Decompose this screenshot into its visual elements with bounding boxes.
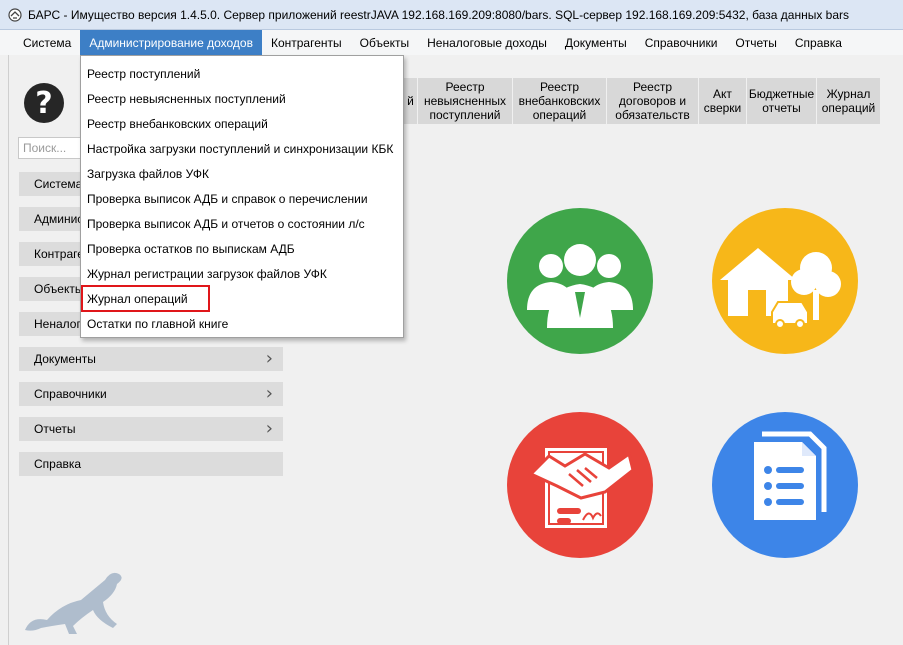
- question-icon: ?: [35, 85, 53, 121]
- sidebar-item-reports[interactable]: Отчеты ›: [19, 417, 283, 441]
- menu-item-check-adb-transfers[interactable]: Проверка выписок АДБ и справок о перечис…: [81, 186, 403, 211]
- sidebar-item-label: Админис: [34, 212, 84, 226]
- people-icon[interactable]: [507, 208, 653, 354]
- chevron-right-icon: ›: [265, 418, 273, 439]
- menu-item-check-adb-accounts[interactable]: Проверка выписок АДБ и отчетов о состоян…: [81, 211, 403, 236]
- sidebar-item-label: Объекть: [34, 282, 82, 296]
- tile-partial[interactable]: й: [404, 78, 418, 124]
- menu-documents[interactable]: Документы: [556, 30, 636, 55]
- sidebar-item-documents[interactable]: Документы ›: [19, 347, 283, 371]
- sidebar-item-references[interactable]: Справочники ›: [19, 382, 283, 406]
- document-list-icon[interactable]: [712, 412, 858, 558]
- tile-contracts-register[interactable]: Реестр договоров и обязательств: [607, 78, 699, 124]
- sidebar-item-label: Отчеты: [34, 422, 76, 436]
- sidebar-item-label: Документы: [34, 352, 96, 366]
- chevron-right-icon: ›: [265, 383, 273, 404]
- contract-handshake-icon[interactable]: [507, 412, 653, 558]
- tile-budget-reports[interactable]: Бюджетные отчеты: [747, 78, 817, 124]
- menu-system[interactable]: Система: [14, 30, 80, 55]
- menu-reports[interactable]: Отчеты: [726, 30, 785, 55]
- menu-item-receipts-register[interactable]: Реестр поступлений: [81, 61, 403, 86]
- sidebar-item-label: Справочники: [34, 387, 107, 401]
- menu-item-offbank-operations[interactable]: Реестр внебанковских операций: [81, 111, 403, 136]
- menu-non-tax-income[interactable]: Неналоговые доходы: [418, 30, 556, 55]
- menu-help[interactable]: Справка: [786, 30, 851, 55]
- income-administration-dropdown: Реестр поступлений Реестр невыясненных п…: [80, 55, 404, 338]
- help-button[interactable]: ?: [24, 83, 64, 123]
- menu-counterparties[interactable]: Контрагенты: [262, 30, 351, 55]
- window-title-bar: БАРС - Имущество версия 1.4.5.0. Сервер …: [0, 0, 903, 30]
- window-title: БАРС - Имущество версия 1.4.5.0. Сервер …: [28, 7, 850, 22]
- tile-offbank-operations[interactable]: Реестр внебанковских операций: [513, 78, 607, 124]
- sidebar-item-label: Неналог: [34, 317, 81, 331]
- menu-bar: Система Администрирование доходов Контра…: [0, 30, 903, 55]
- app-icon: [8, 7, 22, 22]
- menu-item-general-ledger-balances[interactable]: Остатки по главной книге: [81, 311, 403, 336]
- menu-references[interactable]: Справочники: [636, 30, 727, 55]
- tile-reconciliation-act[interactable]: Акт сверки: [699, 78, 747, 124]
- sidebar-item-label: Справка: [34, 457, 82, 471]
- menu-item-ufk-load-journal[interactable]: Журнал регистрации загрузок файлов УФК: [81, 261, 403, 286]
- menu-objects[interactable]: Объекты: [351, 30, 419, 55]
- menu-item-unclear-receipts[interactable]: Реестр невыясненных поступлений: [81, 86, 403, 111]
- sidebar-item-label: Контраге: [34, 247, 84, 261]
- menu-item-check-adb-balances[interactable]: Проверка остатков по выпискам АДБ: [81, 236, 403, 261]
- menu-item-operations-journal[interactable]: Журнал операций: [81, 285, 210, 312]
- menu-item-kbk-sync-settings[interactable]: Настройка загрузки поступлений и синхрон…: [81, 136, 403, 161]
- sidebar-item-help[interactable]: Справка: [19, 452, 283, 476]
- quick-access-toolbar: й Реестр невыясненных поступлений Реестр…: [404, 78, 881, 124]
- chevron-right-icon: ›: [265, 348, 273, 369]
- tile-unclear-receipts[interactable]: Реестр невыясненных поступлений: [418, 78, 513, 124]
- cat-logo: [25, 572, 122, 634]
- tile-operations-journal[interactable]: Журнал операций: [817, 78, 881, 124]
- menu-item-ufk-files-load[interactable]: Загрузка файлов УФК: [81, 161, 403, 186]
- sidebar-item-label: Система: [34, 177, 83, 191]
- menu-income-administration[interactable]: Администрирование доходов: [80, 30, 262, 55]
- house-property-icon[interactable]: [712, 208, 858, 354]
